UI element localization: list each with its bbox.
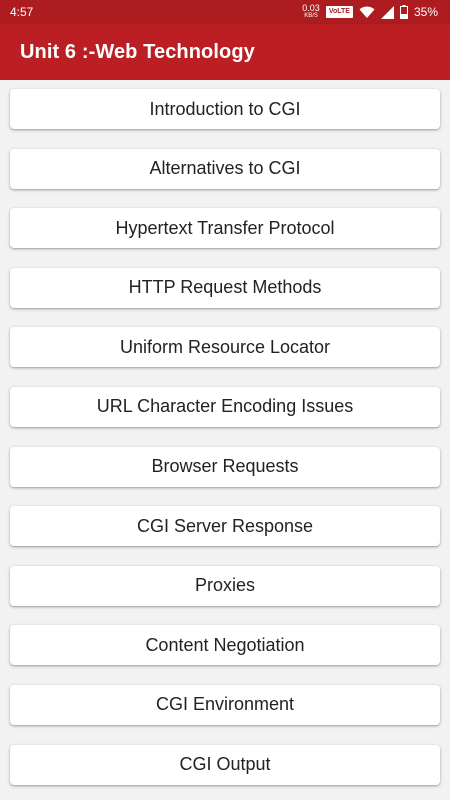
- wifi-icon: [359, 6, 375, 19]
- battery-icon: [399, 5, 408, 19]
- app-title: Unit 6 :-Web Technology: [20, 40, 255, 63]
- signal-icon: [380, 5, 394, 19]
- topic-button-url-character-encoding-issues[interactable]: URL Character Encoding Issues: [10, 386, 440, 427]
- topic-button-hypertext-transfer-protocol[interactable]: Hypertext Transfer Protocol: [10, 208, 440, 249]
- battery-percent: 35%: [413, 5, 438, 19]
- topic-list-container[interactable]: Introduction to CGI Alternatives to CGI …: [0, 80, 450, 800]
- topic-button-alternatives-to-cgi[interactable]: Alternatives to CGI: [10, 148, 440, 189]
- network-speed-unit: KB/S: [304, 13, 318, 19]
- network-speed-value: 0.03: [302, 3, 320, 13]
- app-bar: Unit 6 :-Web Technology: [0, 24, 450, 80]
- topic-button-cgi-server-response[interactable]: CGI Server Response: [10, 506, 440, 547]
- network-speed: 0.03 KB/S: [302, 4, 320, 20]
- status-time: 4:57: [10, 5, 34, 19]
- status-right: 0.03 KB/S VoLTE 35%: [302, 4, 438, 20]
- volte-badge: VoLTE: [325, 6, 353, 18]
- topic-list: Introduction to CGI Alternatives to CGI …: [10, 89, 440, 800]
- topic-button-introduction-to-cgi[interactable]: Introduction to CGI: [10, 89, 440, 129]
- status-left: 4:57: [10, 5, 33, 19]
- topic-button-cgi-environment[interactable]: CGI Environment: [10, 684, 440, 725]
- topic-button-browser-requests[interactable]: Browser Requests: [10, 446, 440, 487]
- topic-button-proxies[interactable]: Proxies: [10, 565, 440, 606]
- topic-button-uniform-resource-locator[interactable]: Uniform Resource Locator: [10, 327, 440, 368]
- topic-button-cgi-output[interactable]: CGI Output: [10, 744, 440, 785]
- topic-button-content-negotiation[interactable]: Content Negotiation: [10, 625, 440, 666]
- status-bar: 4:57 0.03 KB/S VoLTE 35%: [0, 0, 450, 24]
- topic-button-http-request-methods[interactable]: HTTP Request Methods: [10, 267, 440, 308]
